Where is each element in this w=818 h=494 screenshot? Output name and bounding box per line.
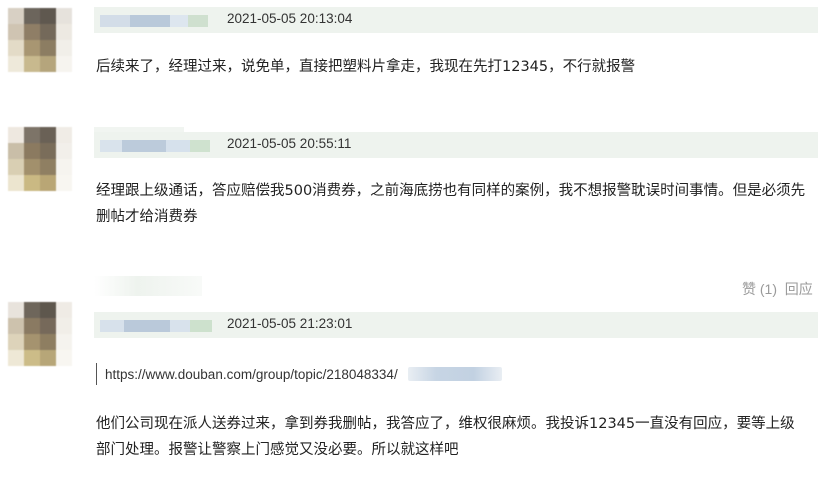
- comment-text: 后续来了，经理过来，说免单，直接把塑料片拿走，我现在先打12345，不行就报警: [96, 59, 636, 75]
- decorative-blur: [94, 276, 202, 296]
- comment-header: 2021-05-05 20:13:04: [94, 7, 818, 33]
- avatar[interactable]: [8, 302, 72, 366]
- comment-actions: 赞 (1) 回应: [742, 279, 813, 299]
- comment-header: 2021-05-05 20:55:11: [94, 132, 818, 158]
- comment-text: 经理跟上级通话，答应赔偿我500消费券，之前海底捞也有同样的案例，我不想报警耽误…: [96, 183, 806, 225]
- username-blurred[interactable]: [100, 15, 208, 27]
- reply-button[interactable]: 回应: [785, 281, 813, 297]
- comment-timestamp: 2021-05-05 20:13:04: [227, 11, 353, 26]
- avatar[interactable]: [8, 127, 72, 191]
- comment-timestamp: 2021-05-05 21:23:01: [227, 316, 353, 331]
- like-button[interactable]: 赞 (1): [742, 281, 777, 297]
- username-blurred[interactable]: [100, 140, 210, 152]
- redacted-blur: [407, 367, 502, 381]
- quote-url[interactable]: https://www.douban.com/group/topic/21804…: [105, 367, 398, 382]
- comment-header: 2021-05-05 21:23:01: [94, 312, 818, 338]
- comment-text: 他们公司现在派人送券过来，拿到券我删帖，我答应了，维权很麻烦。我投诉12345一…: [96, 416, 795, 458]
- avatar[interactable]: [8, 8, 72, 72]
- comment-timestamp: 2021-05-05 20:55:11: [227, 136, 352, 151]
- quoted-link[interactable]: https://www.douban.com/group/topic/21804…: [96, 363, 502, 385]
- username-blurred[interactable]: [100, 320, 212, 332]
